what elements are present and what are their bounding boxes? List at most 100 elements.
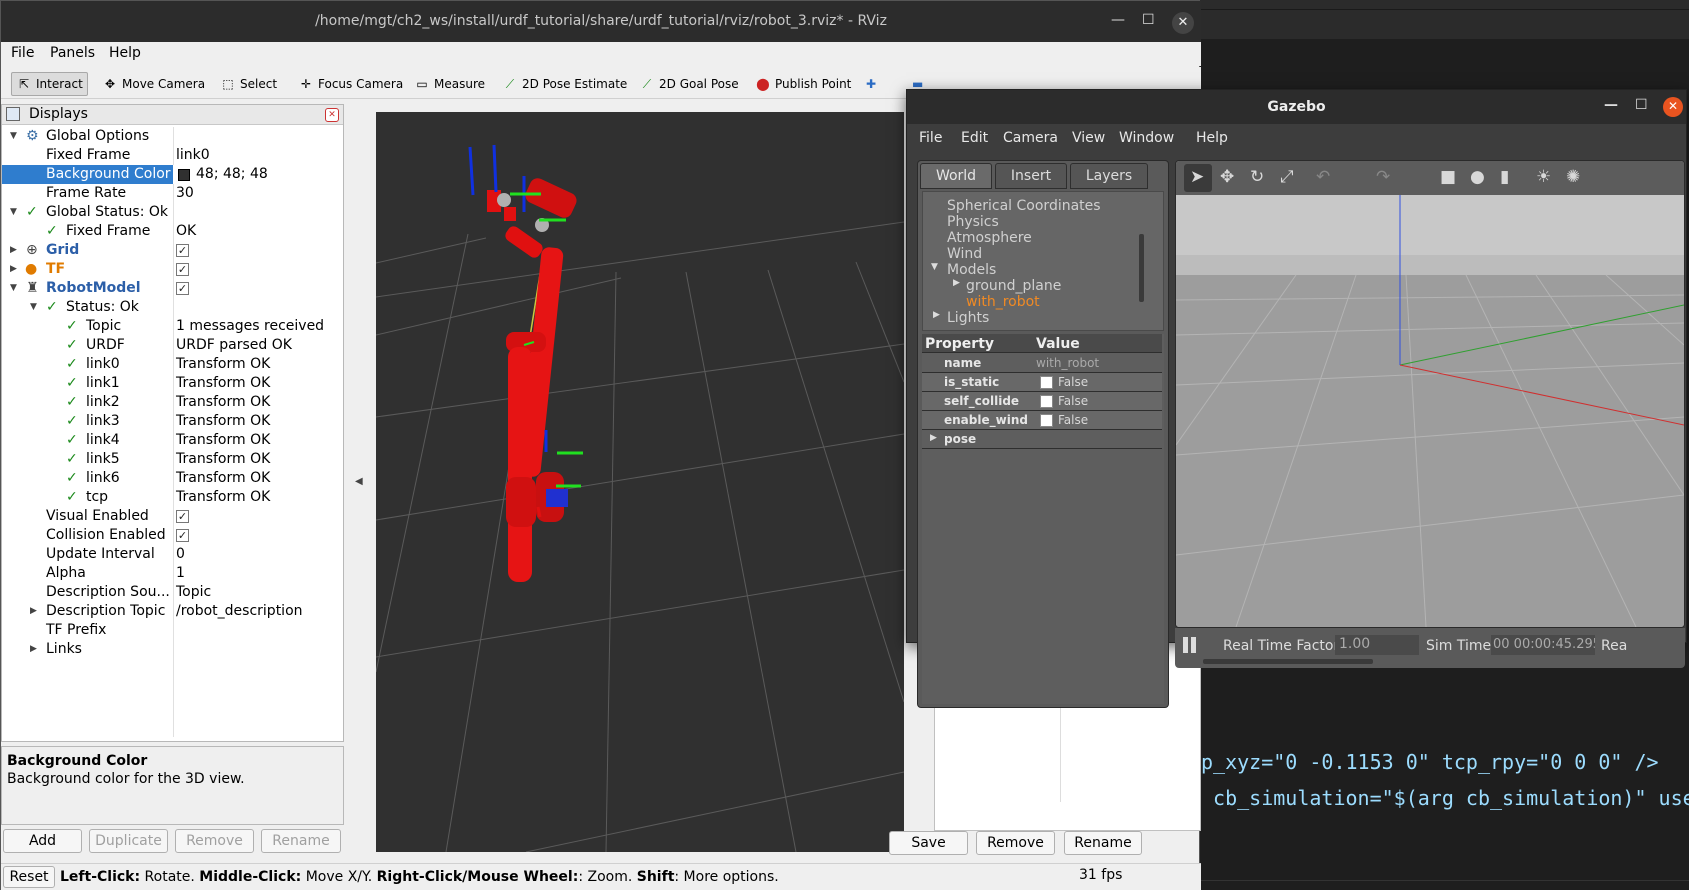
tool-2d-goal-pose[interactable]: ⟋ 2D Goal Pose [635, 72, 743, 96]
prop-row-pose[interactable]: ▶ pose [922, 430, 1162, 449]
tree-row-global-options[interactable]: ▼ ⚙ Global Options [2, 127, 343, 146]
tool-measure[interactable]: ▭ Measure [410, 72, 489, 96]
menu-panels[interactable]: Panels [50, 45, 95, 61]
tree-row-link2[interactable]: ✓ link2 Transform OK [2, 393, 343, 412]
tab-world[interactable]: World [920, 163, 992, 189]
robotmodel-checkbox[interactable]: ✓ [176, 282, 189, 295]
expand-lights-icon[interactable]: ▶ [933, 310, 940, 320]
duplicate-button[interactable]: Duplicate [89, 829, 168, 853]
prop-row-name[interactable]: name with_robot [922, 354, 1162, 373]
gazebo-minimize-icon[interactable]: — [1604, 97, 1618, 113]
tree-row-collision-enabled[interactable]: Collision Enabled ✓ [2, 526, 343, 545]
gazebo-close-icon[interactable]: ✕ [1663, 97, 1683, 117]
gazebo-maximize-icon[interactable]: ☐ [1635, 97, 1648, 113]
add-button[interactable]: Add [3, 829, 82, 853]
gz-menu-help[interactable]: Help [1196, 130, 1228, 146]
views-remove-button[interactable]: Remove [976, 831, 1055, 855]
reset-button[interactable]: Reset [3, 866, 55, 888]
tree-row-link1[interactable]: ✓ link1 Transform OK [2, 374, 343, 393]
sphere-icon[interactable]: ● [1470, 167, 1485, 187]
tree-row-tf-prefix[interactable]: TF Prefix [2, 621, 343, 640]
collision-enabled-checkbox[interactable]: ✓ [176, 529, 189, 542]
pause-icon[interactable] [1183, 637, 1197, 653]
close-panel-icon[interactable]: ✕ [325, 108, 339, 122]
tree-row-urdf[interactable]: ✓ URDF URDF parsed OK [2, 336, 343, 355]
translate-icon[interactable]: ✥ [1220, 167, 1234, 187]
tree-row-status-fixed-frame[interactable]: ✓ Fixed Frame OK [2, 222, 343, 241]
visual-enabled-checkbox[interactable]: ✓ [176, 510, 189, 523]
tool-move-camera[interactable]: ✥ Move Camera [98, 72, 209, 96]
prop-row-enable-wind[interactable]: enable_wind False [922, 411, 1162, 430]
tree-row-link3[interactable]: ✓ link3 Transform OK [2, 412, 343, 431]
tree-row-tcp[interactable]: ✓ tcp Transform OK [2, 488, 343, 507]
minimize-icon[interactable]: — [1111, 12, 1125, 28]
tree-row-description-source[interactable]: Description Sou... Topic [2, 583, 343, 602]
tree-row-visual-enabled[interactable]: Visual Enabled ✓ [2, 507, 343, 526]
views-rename-button[interactable]: Rename [1064, 831, 1142, 855]
tree-row-frame-rate[interactable]: Frame Rate 30 [2, 184, 343, 203]
world-item-lights[interactable]: Lights [947, 310, 989, 326]
tool-publish-point[interactable]: ⬤ Publish Point [751, 72, 855, 96]
tree-row-links[interactable]: ▶ Links [2, 640, 343, 659]
world-tree-scrollbar[interactable] [1139, 234, 1144, 302]
tree-row-alpha[interactable]: Alpha 1 [2, 564, 343, 583]
rviz-3d-view[interactable] [376, 112, 904, 852]
world-item-ground-plane[interactable]: ground_plane [966, 278, 1061, 294]
gz-menu-camera[interactable]: Camera [1003, 130, 1058, 146]
tree-row-update-interval[interactable]: Update Interval 0 [2, 545, 343, 564]
tree-row-description-topic[interactable]: ▶ Description Topic/robot_description [2, 602, 343, 621]
point-light-icon[interactable]: ✺ [1566, 167, 1580, 187]
tree-row-global-status[interactable]: ▼ ✓ Global Status: Ok [2, 203, 343, 222]
tree-row-robotmodel[interactable]: ▼ ♜ RobotModel ✓ [2, 279, 343, 298]
world-item-with-robot[interactable]: with_robot [966, 294, 1040, 310]
tree-row-status-ok[interactable]: ▼ ✓ Status: Ok [2, 298, 343, 317]
prop-row-is-static[interactable]: is_static False [922, 373, 1162, 392]
gazebo-3d-scene[interactable]: ➤ ✥ ↻ ⤢ ↶ ↷ ■ ● ▮ ☀ ✺ [1175, 160, 1685, 628]
scale-icon[interactable]: ⤢ [1280, 167, 1294, 187]
world-item-spherical-coordinates[interactable]: Spherical Coordinates [947, 198, 1101, 214]
tree-row-background-color[interactable]: Background Color 48; 48; 48 [2, 165, 343, 184]
expand-pose-icon[interactable]: ▶ [930, 433, 937, 443]
tab-insert[interactable]: Insert [995, 163, 1067, 189]
tree-row-topic[interactable]: ✓ Topic 1 messages received [2, 317, 343, 336]
world-item-physics[interactable]: Physics [947, 214, 999, 230]
rotate-icon[interactable]: ↻ [1250, 167, 1264, 187]
collapse-panel-icon[interactable]: ◀ [355, 476, 363, 487]
undo-icon[interactable]: ↶ [1316, 167, 1330, 187]
tree-row-fixed-frame[interactable]: Fixed Frame link0 [2, 146, 343, 165]
world-item-wind[interactable]: Wind [947, 246, 982, 262]
rename-button[interactable]: Rename [261, 829, 341, 853]
world-item-atmosphere[interactable]: Atmosphere [947, 230, 1032, 246]
tree-row-link0[interactable]: ✓ link0 Transform OK [2, 355, 343, 374]
add-tool-icon[interactable]: ✚ [862, 72, 880, 96]
tab-layers[interactable]: Layers [1070, 163, 1148, 189]
save-button[interactable]: Save [889, 831, 968, 855]
remove-button[interactable]: Remove [175, 829, 254, 853]
tree-row-link5[interactable]: ✓ link5 Transform OK [2, 450, 343, 469]
gz-menu-view[interactable]: View [1072, 130, 1105, 146]
enable-wind-checkbox[interactable] [1040, 414, 1053, 427]
tf-checkbox[interactable]: ✓ [176, 263, 189, 276]
sun-light-icon[interactable]: ☀ [1536, 167, 1551, 187]
tool-2d-pose-estimate[interactable]: ⟋ 2D Pose Estimate [498, 72, 631, 96]
tool-select[interactable]: ⬚ Select [216, 72, 281, 96]
box-icon[interactable]: ■ [1440, 167, 1456, 187]
self-collide-checkbox[interactable] [1040, 395, 1053, 408]
color-swatch[interactable] [178, 169, 190, 181]
tree-row-link4[interactable]: ✓ link4 Transform OK [2, 431, 343, 450]
tree-row-tf[interactable]: ▶ ● TF ✓ [2, 260, 343, 279]
menu-file[interactable]: File [11, 45, 34, 61]
menu-help[interactable]: Help [109, 45, 141, 61]
redo-icon[interactable]: ↷ [1376, 167, 1390, 187]
tree-row-link6[interactable]: ✓ link6 Transform OK [2, 469, 343, 488]
maximize-icon[interactable]: ☐ [1142, 12, 1155, 28]
expand-models-icon[interactable]: ▼ [931, 262, 938, 272]
time-panel-scrollbar[interactable] [1203, 659, 1373, 664]
tool-interact[interactable]: ⇱ Interact [11, 72, 88, 96]
expand-ground-plane-icon[interactable]: ▶ [953, 278, 960, 288]
grid-checkbox[interactable]: ✓ [176, 244, 189, 257]
close-icon[interactable]: ✕ [1172, 12, 1194, 34]
pointer-icon[interactable]: ➤ [1190, 167, 1204, 187]
gz-menu-window[interactable]: Window [1119, 130, 1174, 146]
gz-menu-file[interactable]: File [919, 130, 942, 146]
